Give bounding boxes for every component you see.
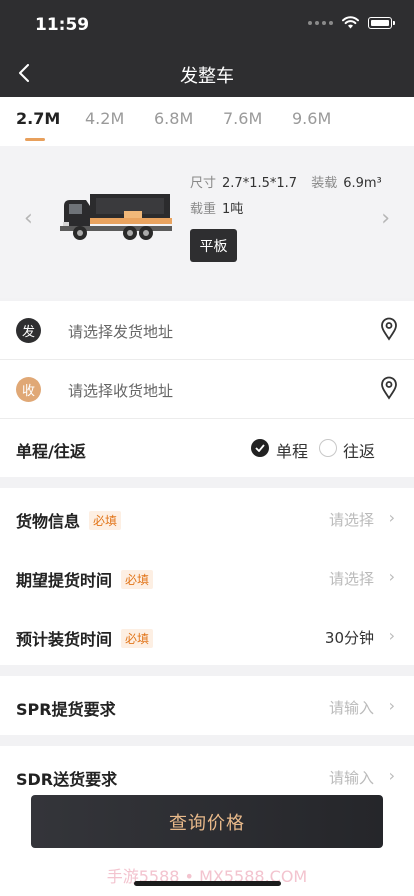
vehicle-size-tabs: 2.7M 4.2M 6.8M 7.6M 9.6M bbox=[0, 97, 414, 146]
tab-size[interactable]: 2.7M bbox=[16, 109, 60, 128]
tab-size[interactable]: 7.6M bbox=[223, 109, 262, 128]
spr-section: SPR提货要求 请输入 › bbox=[0, 676, 414, 735]
location-pin-icon[interactable] bbox=[380, 376, 398, 400]
trip-type-row: 单程/往返 单程 往返 bbox=[0, 419, 414, 477]
loading-time-row[interactable]: 预计装货时间 必填 30分钟 › bbox=[0, 606, 414, 666]
spr-label: SPR提货要求 bbox=[16, 700, 116, 719]
loading-time-text: 预计装货时间 bbox=[16, 630, 113, 649]
round-trip-label[interactable]: 往返 bbox=[343, 438, 375, 462]
home-indicator bbox=[134, 881, 281, 886]
delivery-address-row[interactable]: 收 请选择收货地址 bbox=[0, 360, 414, 418]
pickup-badge: 发 bbox=[16, 318, 41, 343]
location-pin-icon[interactable] bbox=[380, 317, 398, 341]
tab-size[interactable]: 4.2M bbox=[85, 109, 124, 128]
chevron-right-icon: › bbox=[388, 766, 395, 785]
status-time: 11:59 bbox=[35, 15, 90, 35]
chevron-right-icon: › bbox=[388, 696, 395, 715]
chevron-right-icon: › bbox=[388, 567, 395, 586]
cargo-info-row[interactable]: 货物信息 必填 请选择 › bbox=[0, 488, 414, 548]
sdr-value: 请输入 bbox=[328, 769, 374, 787]
required-badge: 必填 bbox=[89, 511, 122, 530]
pickup-address-placeholder: 请选择发货地址 bbox=[68, 323, 174, 341]
trip-type-label: 单程/往返 bbox=[16, 442, 86, 461]
status-icons bbox=[308, 16, 395, 29]
truck-image bbox=[60, 194, 172, 240]
battery-icon bbox=[368, 16, 395, 29]
one-way-label[interactable]: 单程 bbox=[276, 438, 308, 462]
required-badge: 必填 bbox=[121, 570, 154, 589]
spr-value: 请输入 bbox=[328, 699, 374, 717]
one-way-radio[interactable] bbox=[251, 439, 269, 457]
check-icon bbox=[255, 444, 265, 452]
spr-row[interactable]: SPR提货要求 请输入 › bbox=[0, 676, 414, 736]
loading-time-value: 30分钟 bbox=[324, 629, 374, 647]
delivery-address-placeholder: 请选择收货地址 bbox=[68, 382, 174, 400]
pickup-time-value: 请选择 bbox=[328, 570, 374, 588]
required-badge: 必填 bbox=[121, 629, 154, 648]
tab-size[interactable]: 9.6M bbox=[292, 109, 331, 128]
chevron-right-icon[interactable]: › bbox=[381, 206, 390, 231]
status-bar: 11:59 bbox=[0, 0, 414, 50]
tab-size[interactable]: 6.8M bbox=[154, 109, 193, 128]
weight-label: 载重 bbox=[190, 202, 217, 217]
pickup-address-row[interactable]: 发 请选择发货地址 bbox=[0, 301, 414, 359]
sdr-label: SDR送货要求 bbox=[16, 770, 118, 789]
loading-time-label: 预计装货时间 必填 bbox=[16, 626, 154, 650]
vehicle-type-badge: 平板 bbox=[190, 229, 237, 262]
vehicle-specs: 尺寸 2.7*1.5*1.7 装载 6.9m³ 载重 1吨 bbox=[190, 174, 382, 226]
page-title: 发整车 bbox=[180, 66, 234, 87]
cargo-info-value: 请选择 bbox=[328, 511, 374, 529]
capacity-label: 装载 bbox=[311, 176, 338, 191]
weight-value: 1吨 bbox=[222, 202, 244, 217]
cargo-section: 货物信息 必填 请选择 › 期望提货时间 必填 请选择 › 预计装货时间 必填 30分… bbox=[0, 488, 414, 665]
size-label: 尺寸 bbox=[190, 176, 217, 191]
vehicle-card: ‹ 尺寸 2.7*1.5*1.7 装载 6.9m³ 载重 1吨 平板 › bbox=[0, 146, 414, 298]
chevron-right-icon: › bbox=[388, 508, 395, 527]
delivery-badge: 收 bbox=[16, 377, 41, 402]
signal-icon bbox=[308, 20, 333, 25]
pickup-time-text: 期望提货时间 bbox=[16, 571, 113, 590]
tab-active-indicator bbox=[25, 138, 45, 141]
wifi-icon bbox=[342, 16, 359, 29]
query-price-button[interactable]: 查询价格 bbox=[31, 795, 383, 848]
chevron-left-icon[interactable]: ‹ bbox=[24, 206, 33, 231]
capacity-value: 6.9m³ bbox=[343, 176, 382, 191]
cargo-info-label: 货物信息 必填 bbox=[16, 508, 122, 532]
cargo-info-text: 货物信息 bbox=[16, 512, 81, 531]
nav-bar: 发整车 bbox=[0, 50, 414, 97]
round-trip-radio[interactable] bbox=[319, 439, 337, 457]
pickup-time-row[interactable]: 期望提货时间 必填 请选择 › bbox=[0, 547, 414, 607]
pickup-time-label: 期望提货时间 必填 bbox=[16, 567, 154, 591]
chevron-right-icon: › bbox=[388, 626, 395, 645]
size-value: 2.7*1.5*1.7 bbox=[222, 176, 298, 191]
